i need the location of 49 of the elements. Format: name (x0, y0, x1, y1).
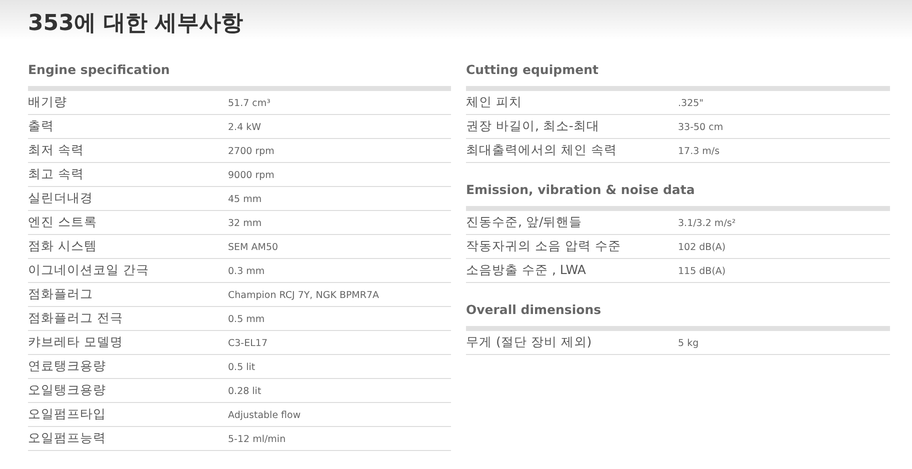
spec-value: 3.1/3.2 m/s² (678, 216, 737, 231)
spec-value: 2.4 kW (228, 120, 262, 135)
spec-label: 출력 (28, 117, 55, 136)
spec-label: 최대출력에서의 체인 속력 (466, 141, 618, 160)
spec-value: C3-EL17 (228, 336, 268, 351)
spec-value: 102 dB(A) (678, 240, 727, 255)
spec-value: 32 mm (228, 216, 263, 231)
spec-label: 점화플러그 전극 (28, 309, 124, 328)
spec-value: 5 kg (678, 336, 700, 351)
spec-value: 0.5 lit (228, 360, 256, 375)
spec-value: 0.28 lit (228, 384, 262, 399)
spec-label: 이그네이션코일 간극 (28, 261, 150, 280)
spec-label: 실린더내경 (28, 189, 94, 208)
section-heading: Overall dimensions (466, 302, 602, 318)
spec-label: 작동자귀의 소음 압력 수준 (466, 237, 622, 256)
section-heading: Emission, vibration & noise data (466, 182, 696, 198)
spec-value: 0.5 mm (228, 312, 266, 327)
spec-label: 소음방출 수준 , LWA (466, 261, 587, 280)
spec-label: 진동수준, 앞/뒤핸들 (466, 213, 584, 232)
spec-label: 배기량 (28, 93, 68, 112)
spec-label: 무게 (절단 장비 제외) (466, 333, 593, 352)
spec-label: 오일탱크용량 (28, 381, 107, 400)
spec-label: 권장 바길이, 최소-최대 (466, 117, 600, 136)
spec-value: 33-50 cm (678, 120, 724, 135)
spec-label: 오일펌프타입 (28, 405, 107, 424)
spec-value: 115 dB(A) (678, 264, 727, 279)
spec-label: 최저 속력 (28, 141, 85, 160)
spec-value: 51.7 cm³ (228, 96, 272, 111)
spec-label: 점화플러그 (28, 285, 94, 304)
spec-label: 최고 속력 (28, 165, 85, 184)
spec-label: 점화 시스템 (28, 237, 98, 256)
spec-label: 엔진 스트록 (28, 213, 98, 232)
spec-value: 5-12 ml/min (228, 432, 287, 447)
spec-label: 연료탱크용량 (28, 357, 107, 376)
spec-value: .325" (678, 96, 705, 111)
spec-value: 45 mm (228, 192, 263, 207)
spec-value: 2700 rpm (228, 144, 276, 159)
spec-value: 17.3 m/s (678, 144, 721, 159)
spec-value: Adjustable flow (228, 408, 302, 423)
spec-label: 오일펌프능력 (28, 429, 107, 448)
section-heading: Engine specification (28, 62, 171, 78)
spec-label: 체인 피치 (466, 93, 523, 112)
section-heading: Cutting equipment (466, 62, 600, 78)
spec-label: 캬브레타 모델명 (28, 333, 124, 352)
page-title: 353에 대한 세부사항 (28, 10, 244, 38)
spec-value: SEM AM50 (228, 240, 280, 255)
spec-value: Champion RCJ 7Y, NGK BPMR7A (228, 288, 380, 303)
spec-value: 9000 rpm (228, 168, 276, 183)
spec-value: 0.3 mm (228, 264, 266, 279)
